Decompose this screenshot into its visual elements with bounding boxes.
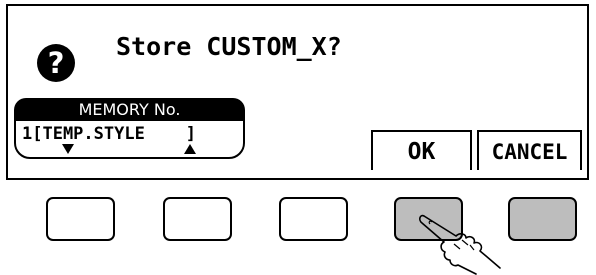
hardware-button-5[interactable] (508, 197, 577, 241)
question-icon: ? (37, 44, 75, 82)
hardware-button-3[interactable] (279, 197, 348, 241)
ok-button[interactable]: OK (371, 130, 472, 170)
cancel-button[interactable]: CANCEL (477, 130, 582, 170)
hardware-button-2[interactable] (163, 197, 232, 241)
hardware-button-1[interactable] (46, 197, 115, 241)
memory-number-selector[interactable]: MEMORY No. 1[TEMP.STYLE ] (14, 98, 245, 162)
decrement-arrow-icon[interactable] (62, 144, 74, 154)
increment-arrow-icon[interactable] (184, 144, 196, 154)
memory-value: 1[TEMP.STYLE ] (22, 124, 196, 144)
memory-value-box[interactable]: 1[TEMP.STYLE ] (14, 119, 245, 159)
pointing-hand-icon (419, 214, 501, 275)
dialog-prompt: Store CUSTOM_X? (116, 32, 342, 61)
